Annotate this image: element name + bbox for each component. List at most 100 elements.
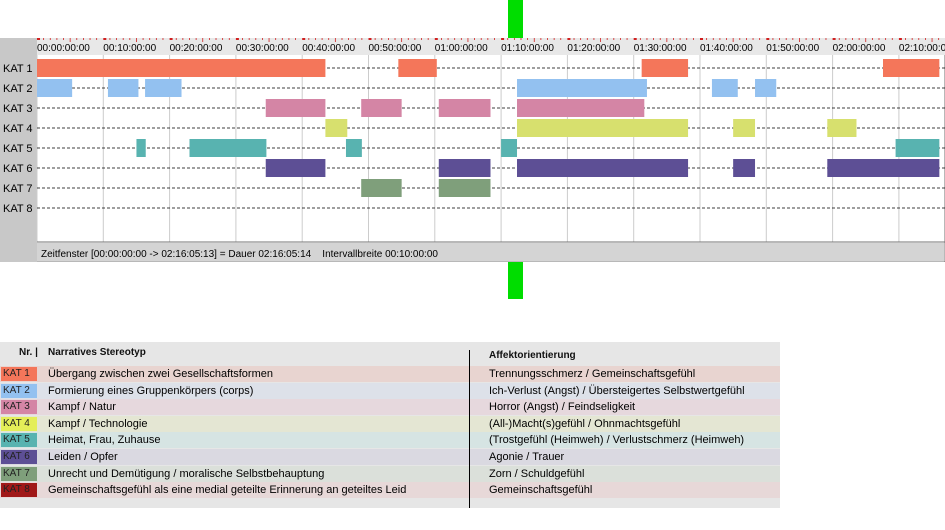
legend-row: KAT 2 Formierung eines Gruppenkörpers (co…: [0, 382, 780, 399]
row-label: KAT 3: [3, 103, 33, 115]
affekt-text: Gemeinschaftsgefühl: [489, 484, 593, 497]
category-swatch: KAT 2: [1, 383, 37, 398]
affekt-text: Horror (Angst) / Feindseligkeit: [489, 401, 636, 414]
ruler-major-tick: [169, 38, 173, 40]
legend-table: Nr. | Narratives Stereotyp Affektorienti…: [0, 342, 780, 508]
ruler-major-tick: [235, 38, 239, 40]
legend-row-band: [0, 399, 780, 416]
ruler-time-label: 00:40:00:00: [302, 43, 355, 54]
category-segment[interactable]: [398, 59, 437, 77]
category-segment[interactable]: [517, 79, 647, 97]
ruler-time-label: 01:40:00:00: [700, 43, 753, 54]
ruler-major-tick: [501, 38, 505, 40]
category-segment[interactable]: [882, 59, 940, 77]
category-segment[interactable]: [145, 79, 182, 97]
ruler-major-tick: [434, 38, 438, 40]
narrative-text: Kampf / Technologie: [48, 417, 148, 430]
category-segment[interactable]: [733, 119, 756, 137]
ruler-major-tick: [368, 38, 372, 40]
category-swatch: KAT 3: [1, 400, 37, 415]
ruler-time-label: 01:00:00:00: [435, 43, 488, 54]
ruler-major-tick: [832, 38, 836, 40]
category-segment[interactable]: [107, 79, 139, 97]
legend-row: KAT 6 Leiden / Opfer Agonie / Trauer: [0, 449, 780, 465]
category-segment[interactable]: [438, 179, 491, 197]
ruler-major-tick: [302, 38, 306, 40]
header-affekt: Affektorientierung: [489, 350, 576, 361]
category-segment[interactable]: [711, 79, 738, 97]
category-segment[interactable]: [438, 159, 491, 177]
row-label: KAT 7: [3, 183, 33, 195]
category-segment[interactable]: [361, 179, 402, 197]
ruler-time-label: 01:30:00:00: [634, 43, 687, 54]
ruler-major-tick: [633, 38, 637, 40]
row-label: KAT 1: [3, 63, 33, 75]
narrative-text: Unrecht und Demütigung / moralische Selb…: [48, 467, 325, 480]
affekt-text: (Trostgefühl (Heimweh) / Verlustschmerz …: [489, 434, 745, 447]
column-divider: [469, 350, 470, 508]
ruler-time-label: 00:30:00:00: [236, 43, 289, 54]
row-label: KAT 6: [3, 163, 33, 175]
category-segment[interactable]: [37, 79, 73, 97]
category-segment[interactable]: [265, 159, 326, 177]
category-segment[interactable]: [827, 119, 857, 137]
category-segment[interactable]: [345, 139, 362, 157]
affekt-text: (All-)Macht(s)gefühl / Ohnmachtsgefühl: [489, 417, 681, 430]
category-segment[interactable]: [827, 159, 940, 177]
ruler-major-tick: [37, 38, 40, 40]
category-segment[interactable]: [189, 139, 267, 157]
category-segment[interactable]: [641, 59, 689, 77]
ruler-time-label: 02:00:00:00: [833, 43, 886, 54]
ruler-time-label: 00:00:00:00: [37, 43, 90, 54]
category-segment[interactable]: [517, 159, 689, 177]
row-label: KAT 4: [3, 123, 33, 135]
narrative-text: Übergang zwischen zwei Gesellschaftsform…: [48, 368, 273, 380]
ruler-major-tick: [567, 38, 571, 40]
category-swatch: KAT 5: [1, 433, 37, 448]
ruler-time-label: 00:10:00:00: [103, 43, 156, 54]
category-segment[interactable]: [501, 139, 518, 157]
narrative-text: Leiden / Opfer: [48, 451, 118, 463]
category-swatch: KAT 1: [1, 367, 37, 381]
ruler-major-tick: [103, 38, 107, 40]
affekt-text: Trennungsschmerz / Gemeinschaftsgefühl: [489, 368, 696, 380]
narrative-text: Gemeinschaftsgefühl als eine medial gete…: [48, 484, 407, 497]
category-segment[interactable]: [755, 79, 777, 97]
category-segment[interactable]: [136, 139, 146, 157]
category-segment[interactable]: [517, 119, 689, 137]
category-segment[interactable]: [325, 119, 348, 137]
legend-row: KAT 4 Kampf / Technologie (All-)Macht(s)ge…: [0, 415, 780, 432]
header-nr: Nr. |: [19, 347, 38, 358]
legend-row: KAT 1 Übergang zwischen zwei Gesellschaft…: [0, 366, 780, 382]
legend-row: KAT 8 Gemeinschaftsgefühl als eine medial…: [0, 482, 780, 499]
category-swatch: KAT 6: [1, 450, 37, 464]
ruler-time-label: 01:50:00:00: [766, 43, 819, 54]
category-swatch: KAT 7: [1, 466, 37, 481]
affekt-text: Agonie / Trauer: [489, 451, 565, 463]
narrative-text: Formierung eines Gruppenkörpers (corps): [48, 384, 254, 397]
category-segment[interactable]: [517, 99, 645, 117]
category-segment[interactable]: [733, 159, 756, 177]
category-swatch: KAT 8: [1, 483, 37, 498]
legend-row: KAT 7 Unrecht und Demütigung / moralische…: [0, 465, 780, 482]
category-segment[interactable]: [37, 59, 326, 77]
row-label: KAT 8: [3, 203, 33, 215]
timeline-panel: 00:00:00:00 00:10:00:00 00:20:00:00 00:30:0…: [0, 38, 945, 262]
category-segment[interactable]: [895, 139, 940, 157]
affekt-text: Zorn / Schuldgefühl: [489, 467, 585, 480]
category-segment[interactable]: [361, 99, 402, 117]
narrative-text: Heimat, Frau, Zuhause: [48, 434, 161, 447]
affekt-text: Ich-Verlust (Angst) / Übersteigertes Sel…: [489, 384, 745, 397]
ruler-time-label: 01:10:00:00: [501, 43, 554, 54]
ruler-time-label: 00:50:00:00: [369, 43, 422, 54]
ruler-time-label: 01:20:00:00: [567, 43, 620, 54]
ruler-major-tick: [898, 38, 902, 40]
narrative-text: Kampf / Natur: [48, 401, 116, 414]
ruler-time-label: 00:20:00:00: [170, 43, 223, 54]
status-text: Zeitfenster [00:00:00:00 -> 02:16:05:13]…: [41, 249, 438, 260]
category-segment[interactable]: [265, 99, 326, 117]
category-segment[interactable]: [438, 99, 491, 117]
row-label: KAT 5: [3, 143, 33, 155]
legend-row: KAT 5 Heimat, Frau, Zuhause (Trostgefühl (…: [0, 432, 780, 449]
ruler-major-tick: [766, 38, 770, 40]
